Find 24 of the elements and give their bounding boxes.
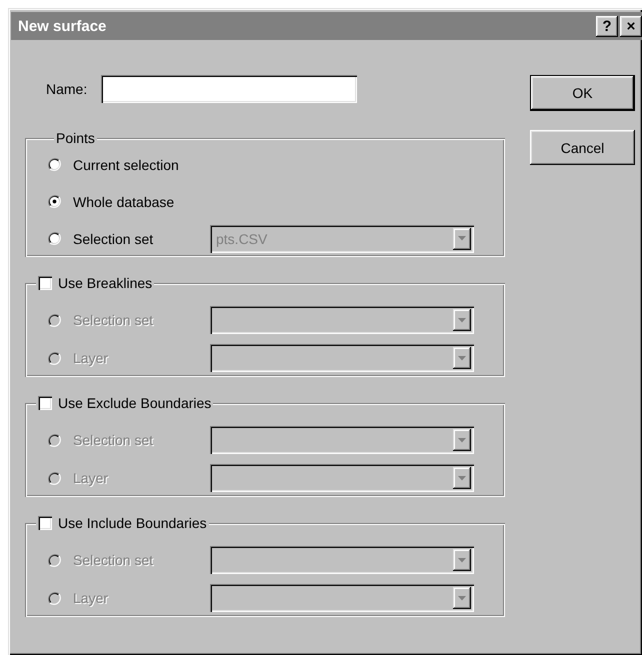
radio-button[interactable] [48,195,61,208]
checkbox[interactable] [38,516,52,530]
caret-icon [458,558,466,562]
radio-label[interactable]: Whole database [73,194,174,210]
caret-icon [458,318,466,322]
caret-icon [458,236,466,241]
close-button[interactable]: × [620,16,642,36]
caret-icon [458,356,466,360]
window-title: New surface [18,18,108,34]
name-label: Name: [46,81,88,97]
caret-icon [458,438,466,442]
caret-icon [458,476,466,480]
radio-button[interactable] [48,232,61,245]
dialog-button[interactable]: OK [530,75,635,111]
radio-button[interactable] [48,158,61,171]
dialog-button[interactable]: Cancel [530,130,635,165]
help-button[interactable]: ? [596,16,618,36]
radio-label[interactable]: Current selection [73,156,179,172]
checkbox[interactable] [38,276,52,290]
caret-icon [458,596,466,600]
group-title: Points [56,130,95,146]
name-field[interactable] [101,75,357,103]
radio-label[interactable]: Selection set [73,230,154,246]
checkbox[interactable] [38,396,52,410]
